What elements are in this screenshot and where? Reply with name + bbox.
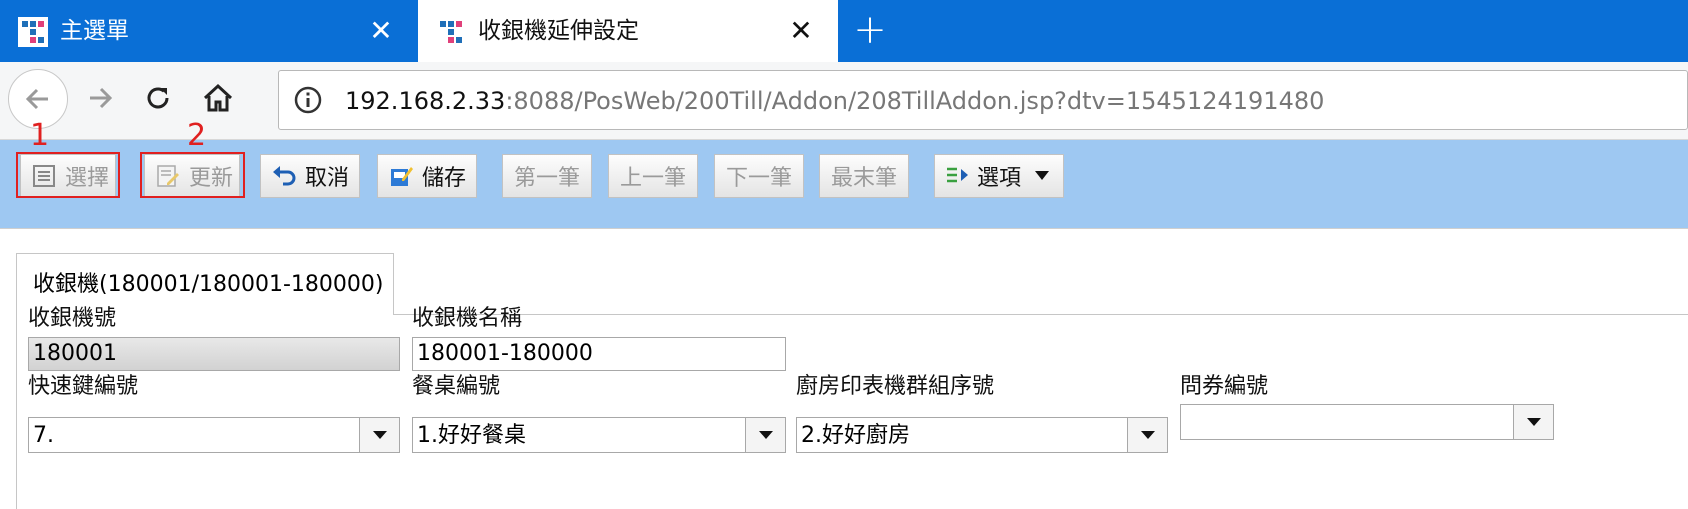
table-number-select[interactable]: 1.好好餐桌: [412, 417, 786, 453]
highlight-box: [140, 152, 245, 198]
options-button-label: 選項: [977, 166, 1022, 191]
next-record-button[interactable]: 下一筆: [714, 154, 804, 198]
undo-icon: [273, 166, 296, 186]
save-button-label: 儲存: [422, 166, 467, 191]
save-icon: [391, 167, 413, 186]
options-list-icon: [947, 167, 968, 183]
cancel-button-label: 取消: [305, 166, 350, 191]
close-icon[interactable]: ✕: [786, 16, 816, 46]
survey-number-select[interactable]: [1180, 404, 1554, 440]
caret-down-icon: [1035, 171, 1050, 180]
kitchen-printer-group-label: 廚房印表機群組序號: [796, 374, 995, 399]
table-number-value: 1.好好餐桌: [417, 423, 526, 448]
app-logo-icon: [18, 17, 48, 47]
highlight-box: [16, 152, 120, 198]
reload-icon: [147, 87, 169, 109]
tab-strip: 主選單 ✕ 收銀機延伸設定 ✕ +: [0, 0, 1688, 62]
arrow-left-icon: [25, 88, 48, 110]
last-record-button[interactable]: 最末筆: [819, 154, 909, 198]
tab-main-menu[interactable]: 主選單 ✕: [0, 0, 418, 62]
chevron-down-icon[interactable]: [359, 418, 399, 452]
survey-number-label: 問券編號: [1180, 374, 1269, 399]
till-name-label: 收銀機名稱: [412, 306, 523, 331]
till-number-field: 180001: [28, 337, 400, 371]
hotkey-number-label: 快速鍵編號: [28, 374, 139, 399]
chevron-down-icon[interactable]: [1513, 405, 1553, 439]
kitchen-printer-group-select[interactable]: 2.好好廚房: [796, 417, 1168, 453]
hotkey-number-select[interactable]: 7.: [28, 417, 400, 453]
url-text: 192.168.2.33:8088/PosWeb/200Till/Addon/2…: [345, 85, 1324, 117]
till-number-label: 收銀機號: [28, 306, 117, 331]
tab-title: 主選單: [60, 18, 129, 44]
hotkey-number-value: 7.: [33, 423, 54, 448]
chevron-down-icon[interactable]: [745, 418, 785, 452]
url-path: :8088/PosWeb/200Till/Addon/208TillAddon.…: [505, 87, 1325, 115]
app-toolbar: 選擇 更新 取消 儲存 第一筆 上一筆 下一筆 最末筆 選項: [0, 140, 1688, 228]
address-bar[interactable]: 192.168.2.33:8088/PosWeb/200Till/Addon/2…: [278, 70, 1688, 130]
divider: [16, 314, 17, 509]
save-button[interactable]: 儲存: [377, 154, 477, 198]
browser-window: 主選單 ✕ 收銀機延伸設定 ✕ + 192.168.2.33:8088/PosW…: [0, 0, 1688, 509]
reload-button[interactable]: [130, 70, 186, 126]
navigation-bar: 192.168.2.33:8088/PosWeb/200Till/Addon/2…: [0, 62, 1688, 140]
forward-button[interactable]: [72, 70, 128, 126]
kitchen-printer-group-value: 2.好好廚房: [801, 423, 910, 448]
info-icon[interactable]: [293, 85, 323, 115]
app-logo-icon: [440, 21, 462, 43]
home-icon: [203, 83, 233, 112]
chevron-down-icon[interactable]: [1127, 418, 1167, 452]
options-menu-button[interactable]: 選項: [934, 154, 1064, 198]
first-record-button[interactable]: 第一筆: [502, 154, 592, 198]
url-host: 192.168.2.33: [345, 87, 506, 115]
cancel-button[interactable]: 取消: [260, 154, 360, 198]
close-icon[interactable]: ✕: [366, 16, 396, 46]
previous-record-button[interactable]: 上一筆: [608, 154, 698, 198]
annotation-number-2: 2: [187, 118, 207, 153]
till-name-field[interactable]: 180001-180000: [412, 337, 786, 371]
new-tab-button[interactable]: +: [850, 10, 890, 50]
tab-title: 收銀機延伸設定: [478, 18, 639, 44]
annotation-number-1: 1: [30, 118, 50, 153]
tab-till-addon[interactable]: 收銀機延伸設定 ✕: [418, 0, 838, 62]
arrow-right-icon: [90, 87, 113, 109]
divider: [394, 314, 1688, 315]
table-number-label: 餐桌編號: [412, 374, 501, 399]
